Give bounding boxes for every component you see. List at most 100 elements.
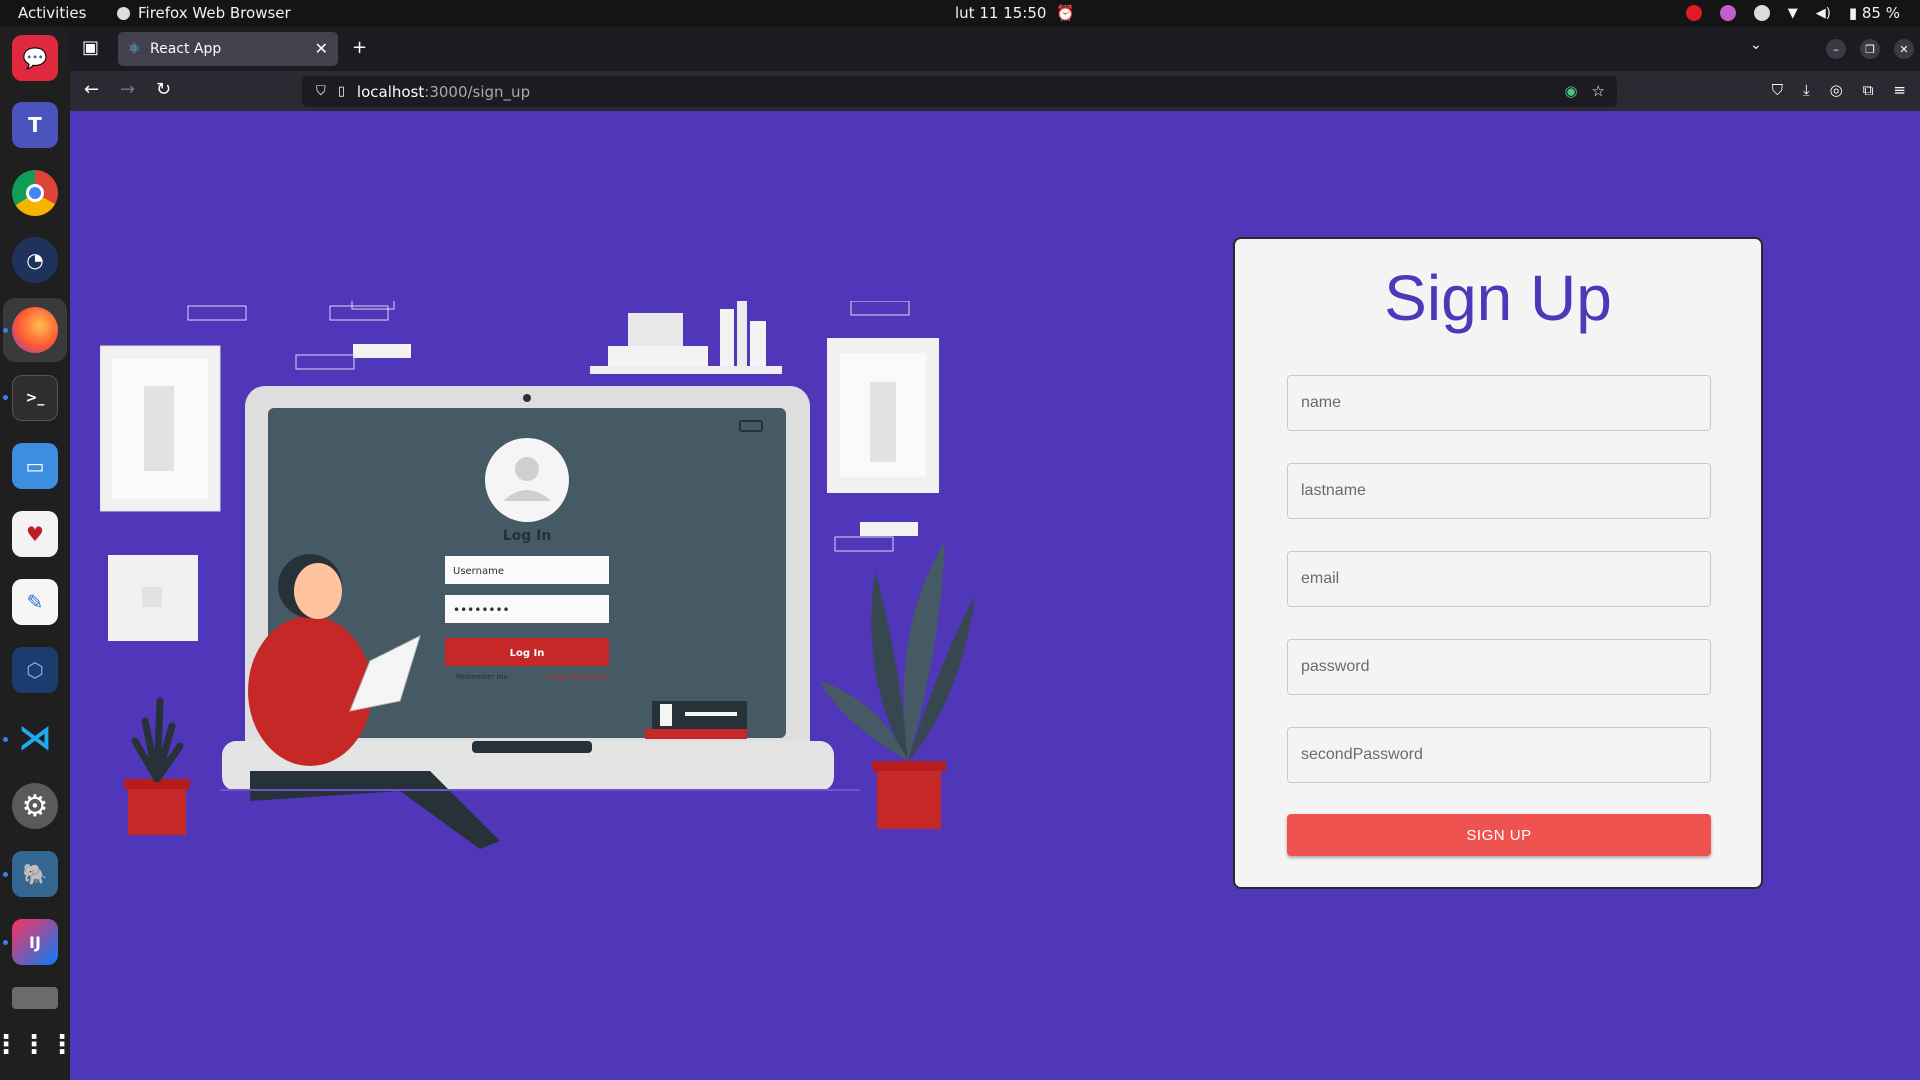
screen-password-text: •••••••• — [453, 603, 510, 617]
teams-icon[interactable]: T — [12, 102, 58, 148]
account-icon[interactable]: ◎ — [1830, 81, 1843, 99]
lastname-field[interactable] — [1287, 463, 1711, 519]
downloads-icon[interactable]: ⤓ — [1803, 81, 1810, 99]
running-indicator — [3, 328, 8, 333]
toolbar-actions: ⛉ ⤓ ◎ ⧉ ≡ — [1772, 81, 1906, 99]
screen-login-button-text: Log In — [510, 648, 545, 659]
terminal-icon[interactable]: >_ — [12, 375, 58, 421]
book — [750, 321, 766, 366]
book-stripe — [685, 712, 737, 716]
vscode-icon[interactable]: ⋊ — [12, 715, 58, 761]
frame-art — [144, 386, 174, 471]
tab-title: React App — [150, 41, 222, 57]
postgres-icon[interactable]: 🐘 — [12, 851, 58, 897]
new-tab-icon[interactable]: + — [352, 37, 367, 58]
url-path: :3000/sign_up — [424, 82, 531, 101]
disk-icon[interactable] — [12, 987, 58, 1009]
react-favicon-icon: ⚛ — [128, 41, 141, 57]
menu-icon[interactable]: ≡ — [1893, 81, 1906, 99]
app-menu[interactable]: Firefox Web Browser — [117, 4, 291, 22]
book-stack — [628, 313, 683, 346]
restore-icon[interactable]: ❐ — [1860, 39, 1880, 59]
files-icon[interactable]: ▭ — [12, 443, 58, 489]
alarm-icon: ⏰ — [1056, 4, 1076, 22]
mattermost-icon[interactable]: ◔ — [12, 237, 58, 283]
avatar-head — [515, 457, 539, 481]
deco-line — [187, 305, 247, 321]
extension-icon[interactable]: ◉ — [1564, 82, 1577, 100]
woman-face — [294, 563, 342, 619]
volume-icon: ◀) — [1815, 5, 1831, 21]
url-host: localhost — [356, 82, 425, 101]
running-indicator — [3, 737, 8, 742]
tab-react-app[interactable]: ⚛ React App ✕ — [118, 32, 338, 66]
reload-icon[interactable]: ↻ — [156, 79, 171, 100]
book — [720, 309, 734, 366]
activities-button[interactable]: Activities — [18, 4, 86, 22]
url-actions: ◉ ☆ — [1564, 82, 1605, 100]
close-tab-icon[interactable]: ✕ — [315, 39, 328, 58]
firefox-view-icon[interactable]: ▣ — [82, 37, 99, 58]
firefox-icon[interactable] — [12, 307, 58, 353]
dock: 💬 T ◔ >_ ▭ ♥ ✎ ⬡ ⋊ ⚙ 🐘 IJ ⋮⋮⋮ — [0, 27, 75, 1080]
deco-block — [860, 522, 918, 536]
page-content: Log In Username •••••••• Log In Remember… — [70, 111, 1920, 1080]
deco-line — [834, 536, 894, 552]
deco-line — [295, 354, 355, 370]
screen-username-text: Username — [453, 566, 504, 577]
name-field[interactable] — [1287, 375, 1711, 431]
page-icon[interactable]: ▯ — [338, 84, 345, 99]
email-field[interactable] — [1287, 551, 1711, 607]
book-red — [645, 729, 747, 739]
close-window-icon[interactable]: ✕ — [1894, 39, 1914, 59]
settings-icon[interactable]: ⚙ — [12, 783, 58, 829]
running-indicator — [3, 395, 8, 400]
datetime-label: lut 11 15:50 — [955, 4, 1047, 22]
extensions-icon[interactable]: ⧉ — [1863, 81, 1874, 99]
shelf — [590, 366, 782, 374]
sign-up-button[interactable]: SIGN UP — [1287, 814, 1711, 856]
url-bar[interactable]: ⛉ ▯ localhost:3000/sign_up ◉ ☆ — [302, 76, 1617, 107]
laptop-hinge — [472, 741, 592, 753]
deco-line — [329, 305, 389, 321]
clock[interactable]: lut 11 15:50 ⏰ — [955, 4, 1075, 22]
screen-forgot-password: Forgot Password? — [547, 673, 608, 681]
back-icon[interactable]: ← — [84, 79, 99, 100]
screen-login-title: Log In — [503, 528, 552, 544]
solitaire-icon[interactable]: ♥ — [12, 511, 58, 557]
text-editor-icon[interactable]: ✎ — [12, 579, 58, 625]
frame-art-small — [142, 587, 162, 607]
plant-left-leaves — [131, 697, 184, 783]
do-not-disturb-icon — [1685, 5, 1702, 21]
list-tabs-icon[interactable]: ⌄ — [1750, 37, 1762, 53]
signup-card: Sign Up SIGN UP — [1233, 237, 1763, 889]
firefox-window: ▣ ⚛ React App ✕ + ⌄ – ❐ ✕ ← → ↻ ⛉ ▯ loca… — [70, 27, 1920, 1080]
app-indicator-icon — [1719, 5, 1736, 21]
screen-remember-me: Remember me — [456, 673, 508, 681]
bookmark-star-icon[interactable]: ☆ — [1592, 82, 1605, 100]
minimize-icon[interactable]: – — [1826, 39, 1846, 59]
rocketchat-icon[interactable]: 💬 — [12, 35, 58, 81]
webcam — [523, 394, 531, 402]
battery-indicator: ▮ 85 % — [1849, 4, 1900, 22]
frame-art-right — [870, 382, 896, 462]
forward-icon[interactable]: → — [120, 79, 135, 100]
password-field[interactable] — [1287, 639, 1711, 695]
battery-label: 85 % — [1861, 4, 1900, 22]
intellij-icon[interactable]: IJ — [12, 919, 58, 965]
navigation-toolbar: ← → ↻ ⛉ ▯ localhost:3000/sign_up ◉ ☆ ⛉ ⤓… — [70, 71, 1920, 111]
second-password-field[interactable] — [1287, 727, 1711, 783]
deco-block — [353, 344, 411, 358]
pot-rim — [872, 761, 946, 771]
virtualbox-icon[interactable]: ⬡ — [12, 647, 58, 693]
chrome-icon[interactable] — [12, 170, 58, 216]
shield-icon[interactable]: ⛉ — [316, 84, 326, 99]
app-name-label: Firefox Web Browser — [138, 4, 291, 22]
signup-title: Sign Up — [1384, 262, 1612, 334]
skype-icon — [1753, 5, 1770, 21]
wifi-icon: ▼ — [1787, 5, 1798, 21]
system-tray[interactable]: ▼ ◀) ▮ 85 % — [1685, 4, 1900, 22]
app-grid-icon[interactable]: ⋮⋮⋮ — [0, 1022, 75, 1068]
pocket-icon[interactable]: ⛉ — [1772, 81, 1783, 99]
book — [737, 301, 747, 366]
